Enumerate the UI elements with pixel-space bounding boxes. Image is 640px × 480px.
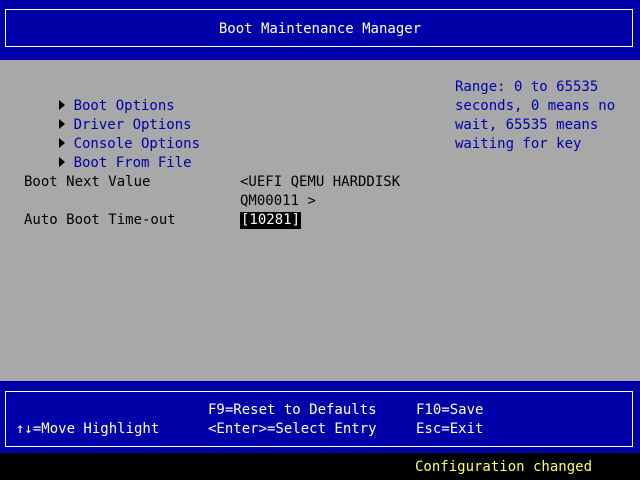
move-highlight-hint: ↑↓=Move Highlight	[16, 421, 160, 437]
boot-next-value-cont[interactable]: QM00011 >	[240, 192, 316, 211]
header-bar: Boot Maintenance Manager	[0, 0, 640, 60]
help-line: seconds, 0 means no	[455, 98, 616, 114]
submenu-arrow-icon	[58, 157, 65, 167]
exit-hint[interactable]: Esc=Exit	[416, 420, 483, 439]
help-line: wait, 65535 means	[455, 117, 599, 133]
help-line: waiting for key	[455, 136, 582, 152]
status-bar: Configuration changed	[0, 453, 640, 480]
menu-item-boot-options[interactable]: Boot Options	[8, 78, 175, 114]
footer-frame: F9=Reset to Defaults F10=Save ↑↓=Move Hi…	[5, 391, 633, 447]
help-text: Range: 0 to 65535 seconds, 0 means no wa…	[455, 78, 635, 154]
header-frame: Boot Maintenance Manager	[5, 9, 633, 47]
footer-bar: F9=Reset to Defaults F10=Save ↑↓=Move Hi…	[0, 381, 640, 453]
boot-next-value[interactable]: <UEFI QEMU HARDDISK	[240, 173, 400, 192]
status-message: Configuration changed	[415, 459, 593, 475]
main-panel: Boot Options Driver Options Console Opti…	[0, 60, 640, 381]
menu-item-driver-options[interactable]: Driver Options	[8, 97, 192, 133]
save-hint[interactable]: F10=Save	[416, 401, 483, 420]
menu-item-console-options[interactable]: Console Options	[8, 116, 200, 152]
menu-item-boot-from-file[interactable]: Boot From File	[8, 135, 192, 171]
help-line: Range: 0 to 65535	[455, 79, 599, 95]
reset-defaults-hint[interactable]: F9=Reset to Defaults	[208, 401, 377, 420]
auto-boot-timeout-field[interactable]: [10281]	[240, 212, 302, 229]
auto-boot-timeout-label: Auto Boot Time-out	[24, 212, 176, 228]
bios-screen: Boot Maintenance Manager Boot Options Dr…	[0, 0, 640, 480]
menu-item-label: Boot From File	[73, 155, 192, 171]
select-entry-hint[interactable]: <Enter>=Select Entry	[208, 420, 377, 439]
page-title: Boot Maintenance Manager	[218, 21, 422, 37]
boot-next-label: Boot Next Value	[24, 174, 151, 190]
